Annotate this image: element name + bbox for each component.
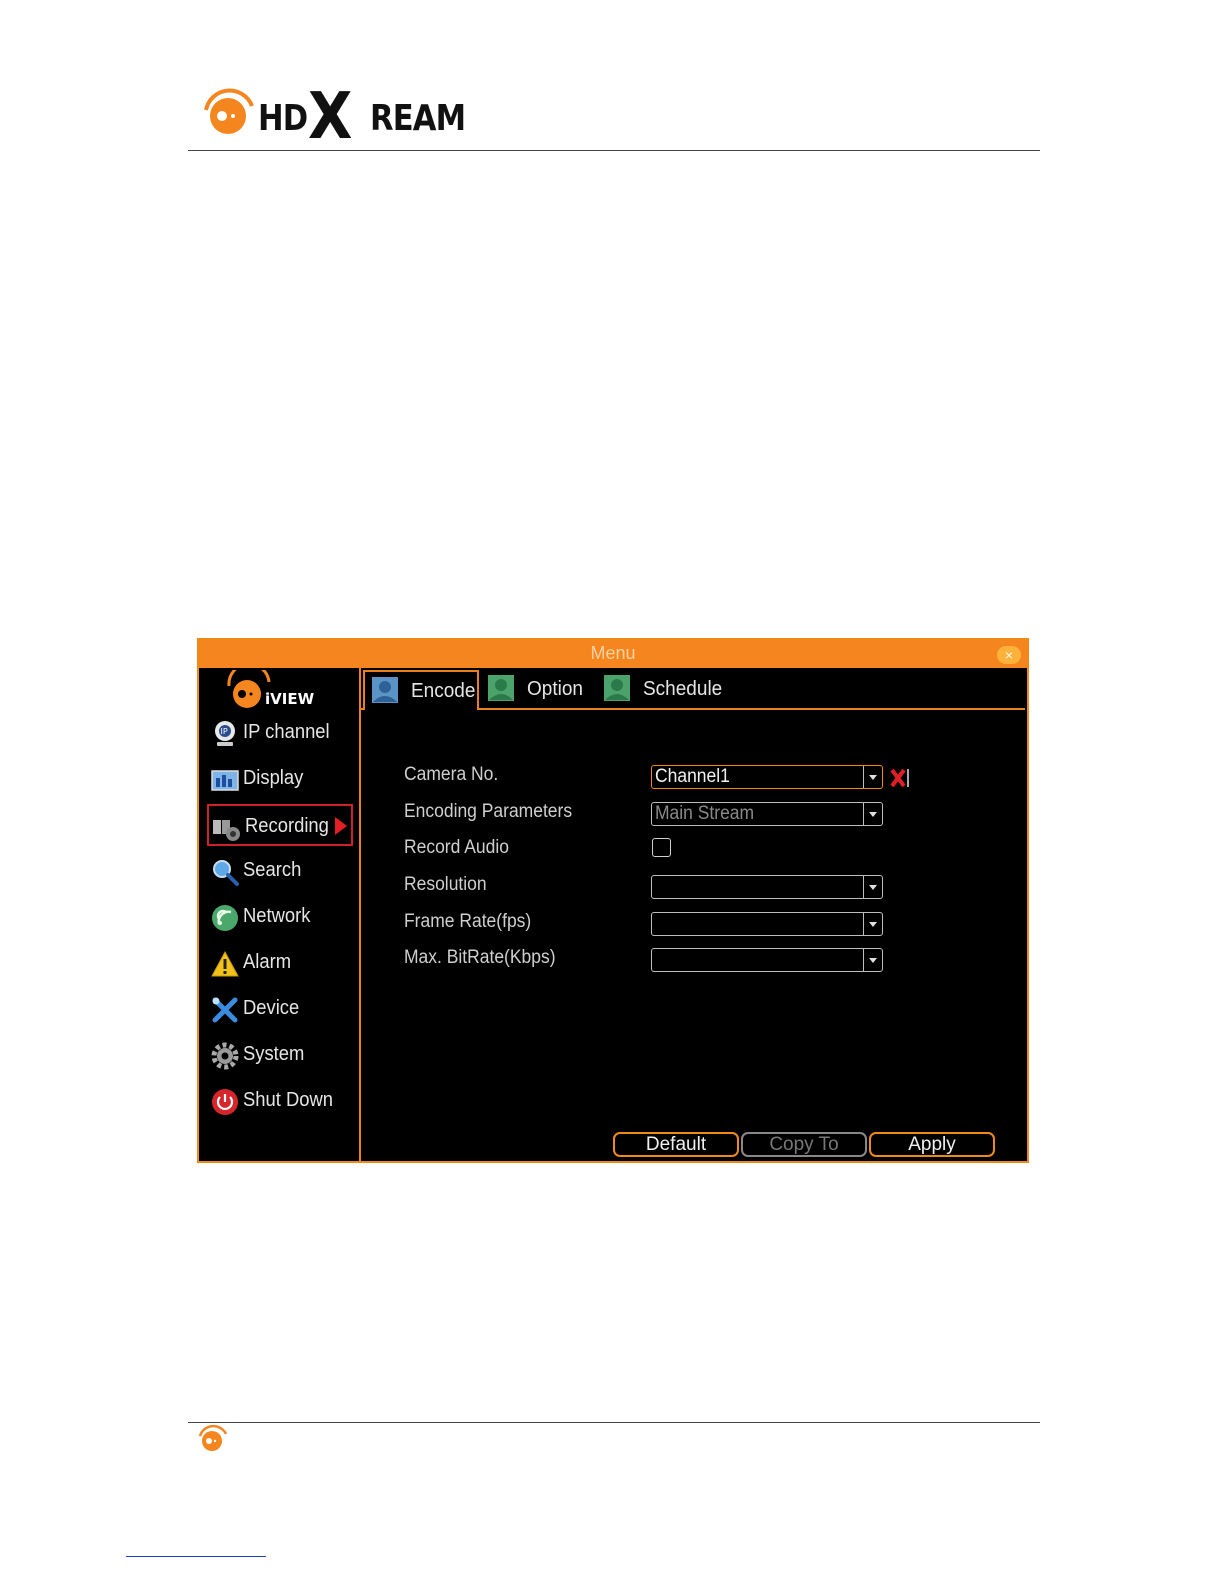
search-icon (213, 860, 239, 886)
encode-tab-icon (372, 677, 398, 703)
tab-option[interactable]: Option (481, 670, 595, 708)
footer-eye-icon (198, 1425, 228, 1451)
iview-logo: iVIEW (225, 662, 335, 712)
resolution-label: Resolution (404, 874, 487, 895)
iview-text: iVIEW (265, 690, 315, 708)
sidebar-item-label: System (243, 1043, 305, 1065)
tab-bar: Encode Option Schedule (361, 668, 1025, 710)
footer-link-underline[interactable] (126, 1556, 266, 1557)
camera-no-value: Channel1 (655, 766, 730, 787)
tab-label: Encode (411, 680, 476, 702)
sidebar-item-ip-channel[interactable]: IP IP channel (207, 712, 353, 754)
tab-encode[interactable]: Encode (363, 670, 479, 710)
tab-label: Schedule (643, 678, 723, 700)
sidebar-item-label: IP channel (243, 721, 330, 743)
sidebar-item-display[interactable]: Display (207, 758, 353, 800)
logo-eye-icon (204, 88, 254, 134)
sidebar-item-label: Device (243, 997, 300, 1019)
frame-rate-label: Frame Rate(fps) (404, 911, 532, 932)
option-tab-icon (488, 675, 514, 701)
alarm-icon (211, 950, 239, 977)
sidebar-item-label: Shut Down (243, 1089, 334, 1111)
chevron-down-icon (863, 803, 882, 825)
chevron-down-icon (863, 766, 882, 788)
sidebar-item-alarm[interactable]: Alarm (207, 942, 353, 984)
max-bitrate-select[interactable] (651, 948, 883, 972)
close-icon: × (1004, 647, 1014, 663)
close-button[interactable]: × (997, 646, 1021, 664)
sidebar-item-search[interactable]: Search (207, 850, 353, 892)
sidebar-item-label: Search (243, 859, 302, 881)
chevron-down-icon (863, 913, 882, 935)
frame-rate-select[interactable] (651, 912, 883, 936)
tab-schedule[interactable]: Schedule (597, 670, 737, 708)
max-bitrate-label: Max. BitRate(Kbps) (404, 947, 556, 968)
brand-ream: REAM (370, 98, 466, 139)
encoding-parameters-label: Encoding Parameters (404, 801, 573, 822)
sidebar-item-shut-down[interactable]: Shut Down (207, 1080, 353, 1122)
active-arrow-icon (335, 817, 347, 835)
display-icon (211, 770, 239, 791)
sidebar-item-label: Alarm (243, 951, 292, 973)
footer-divider (188, 1422, 1040, 1423)
network-icon (212, 905, 238, 931)
camera-no-select[interactable]: Channel1 (651, 765, 883, 789)
camera-no-label: Camera No. (404, 764, 499, 785)
iview-eye-icon: iVIEW (227, 662, 315, 708)
schedule-tab-icon (604, 675, 630, 701)
sidebar-item-system[interactable]: System (207, 1034, 353, 1076)
header-divider (188, 150, 1040, 151)
red-x-icon (890, 768, 909, 788)
sidebar-item-network[interactable]: Network (207, 896, 353, 938)
power-icon (212, 1089, 238, 1115)
chevron-down-icon (863, 949, 882, 971)
record-audio-label: Record Audio (404, 837, 509, 858)
brand-x: X (308, 80, 353, 154)
tab-label: Option (527, 678, 583, 700)
recording-icon (213, 820, 240, 841)
sidebar-item-label: Recording (245, 815, 329, 837)
apply-button[interactable]: Apply (869, 1132, 995, 1157)
sidebar-item-device[interactable]: Device (207, 988, 353, 1030)
encoding-parameters-select[interactable]: Main Stream (651, 802, 883, 826)
chevron-down-icon (863, 876, 882, 898)
sidebar-item-label: Network (243, 905, 311, 927)
record-audio-checkbox[interactable] (652, 838, 671, 857)
window-title: Menu (590, 643, 636, 663)
device-icon (212, 997, 238, 1023)
resolution-select[interactable] (651, 875, 883, 899)
sidebar: iVIEW IP IP channel Display Recording Se… (201, 662, 361, 1161)
svg-text:IP: IP (221, 727, 228, 736)
sidebar-item-label: Display (243, 767, 304, 789)
dvr-menu-window: Menu × iVIEW IP IP channel Display Recor… (197, 638, 1029, 1163)
title-bar: Menu × (199, 640, 1027, 668)
gear-icon (211, 1042, 239, 1070)
sidebar-item-recording[interactable]: Recording (207, 804, 353, 846)
default-button[interactable]: Default (613, 1132, 739, 1157)
encoding-parameters-value: Main Stream (655, 803, 755, 824)
ip-camera-icon: IP (215, 721, 235, 746)
copy-to-button[interactable]: Copy To (741, 1132, 867, 1157)
brand-hd: HD (258, 98, 308, 139)
hdxream-logo: HD X REAM (200, 80, 470, 154)
